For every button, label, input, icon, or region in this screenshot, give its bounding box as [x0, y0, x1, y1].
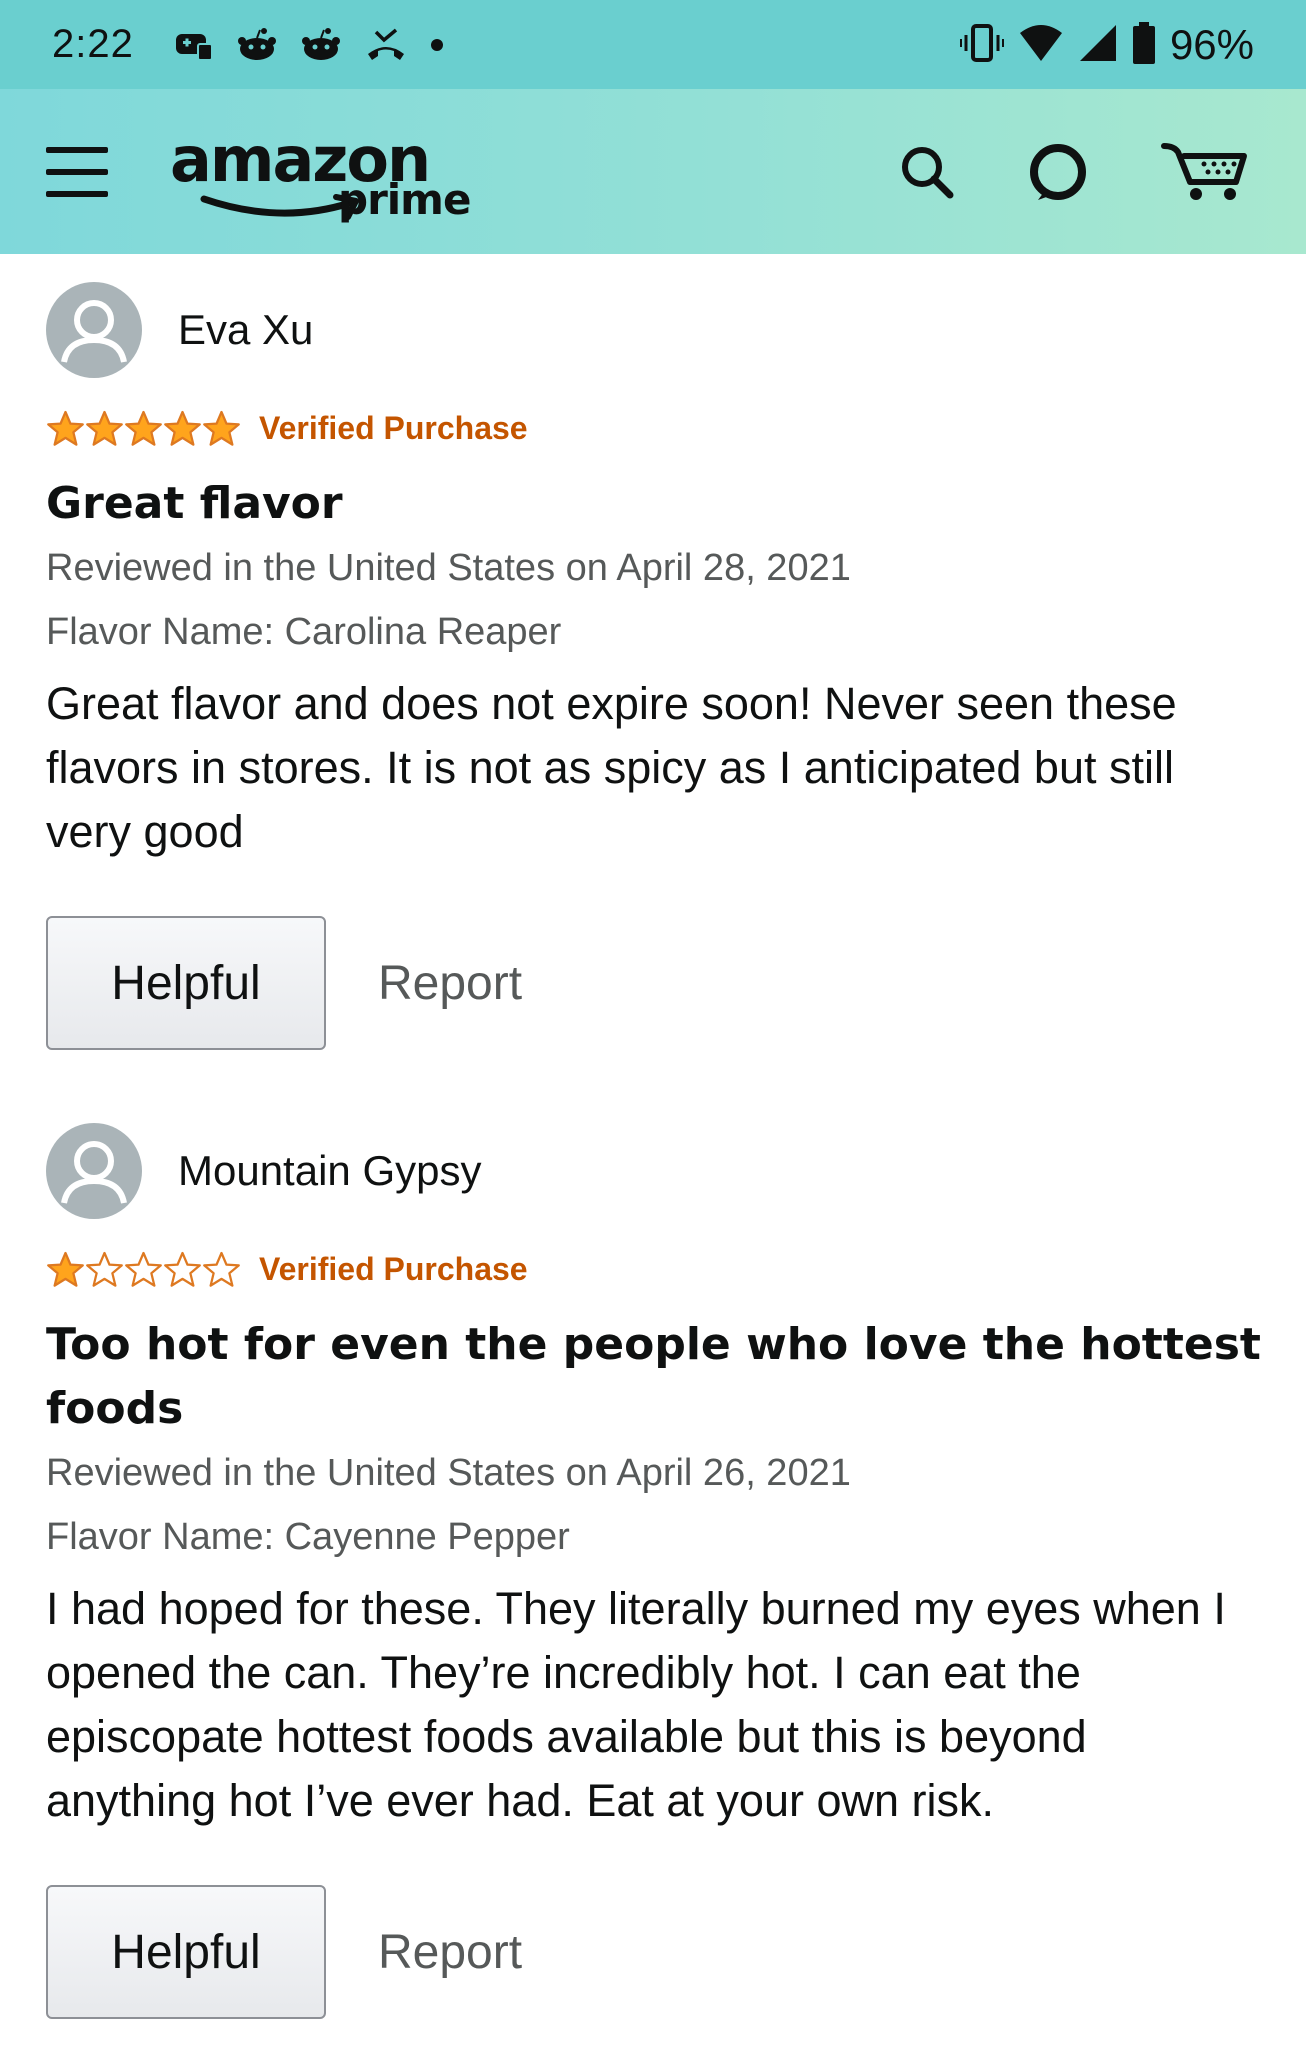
- star-filled-icon: [47, 410, 84, 446]
- signal-icon: [1078, 23, 1118, 67]
- gamepad-icon: [174, 28, 214, 62]
- star-empty-icon: [86, 1251, 123, 1287]
- helpful-button[interactable]: Helpful: [46, 1885, 326, 2019]
- star-filled-icon: [86, 410, 123, 446]
- user-icon: [61, 300, 127, 363]
- reviewer-name: Eva Xu: [178, 306, 314, 353]
- helpful-button[interactable]: Helpful: [46, 916, 326, 1050]
- review-body: Great flavor and does not expire soon! N…: [46, 678, 1177, 857]
- menu-icon[interactable]: [46, 146, 108, 197]
- missed-call-icon: [364, 28, 408, 62]
- cart-icon[interactable]: [1160, 140, 1250, 204]
- search-icon[interactable]: [898, 143, 956, 201]
- notification-icons: [174, 27, 444, 62]
- wifi-icon: [1018, 23, 1064, 67]
- vibrate-icon: [959, 23, 1004, 67]
- review-body: I had hoped for these. They literally bu…: [46, 1583, 1226, 1826]
- review-date: Reviewed in the United States on April 2…: [46, 547, 851, 589]
- star-empty-icon: [125, 1251, 162, 1287]
- status-bar: 2:22 96%: [0, 0, 1306, 89]
- battery-percent: 96%: [1169, 20, 1254, 68]
- review-title: Too hot for even the people who love the…: [46, 1319, 1261, 1434]
- review-card: Mountain Gypsy Verified Purchase Too hot…: [46, 1121, 1266, 2019]
- user-icon: [61, 1141, 127, 1204]
- star-empty-icon: [164, 1251, 201, 1287]
- star-filled-icon: [203, 410, 240, 446]
- avatar: [46, 1123, 142, 1219]
- report-link[interactable]: Report: [378, 956, 522, 1011]
- verified-purchase-badge: Verified Purchase: [259, 409, 528, 446]
- star-filled-icon: [47, 1251, 84, 1287]
- star-empty-icon: [203, 1251, 240, 1287]
- review-title: Great flavor: [46, 478, 343, 529]
- report-link[interactable]: Report: [378, 1925, 522, 1980]
- reddit-icon: [300, 27, 342, 62]
- verified-purchase-badge: Verified Purchase: [259, 1250, 528, 1287]
- review-flavor: Flavor Name: Cayenne Pepper: [46, 1516, 570, 1558]
- app-header: amazon prime: [0, 89, 1306, 254]
- alexa-icon[interactable]: [1026, 140, 1090, 204]
- reviewer-profile[interactable]: Mountain Gypsy: [46, 1121, 1266, 1221]
- review-date: Reviewed in the United States on April 2…: [46, 1452, 851, 1494]
- dot-icon: [430, 38, 444, 52]
- star-filled-icon: [125, 410, 162, 446]
- star-rating: [46, 409, 241, 448]
- avatar: [46, 282, 142, 378]
- status-time: 2:22: [52, 22, 134, 66]
- review-flavor: Flavor Name: Carolina Reaper: [46, 611, 562, 653]
- battery-icon: [1132, 21, 1156, 68]
- star-rating: [46, 1250, 241, 1289]
- reviewer-profile[interactable]: Eva Xu: [46, 280, 1266, 380]
- amazon-prime-logo[interactable]: amazon prime: [170, 117, 471, 227]
- review-card: Eva Xu Verified Purchase Great flavor Re…: [46, 280, 1266, 1050]
- reviewer-name: Mountain Gypsy: [178, 1147, 482, 1194]
- star-filled-icon: [164, 410, 201, 446]
- logo-prime-text: prime: [338, 174, 471, 224]
- reddit-icon: [236, 27, 278, 62]
